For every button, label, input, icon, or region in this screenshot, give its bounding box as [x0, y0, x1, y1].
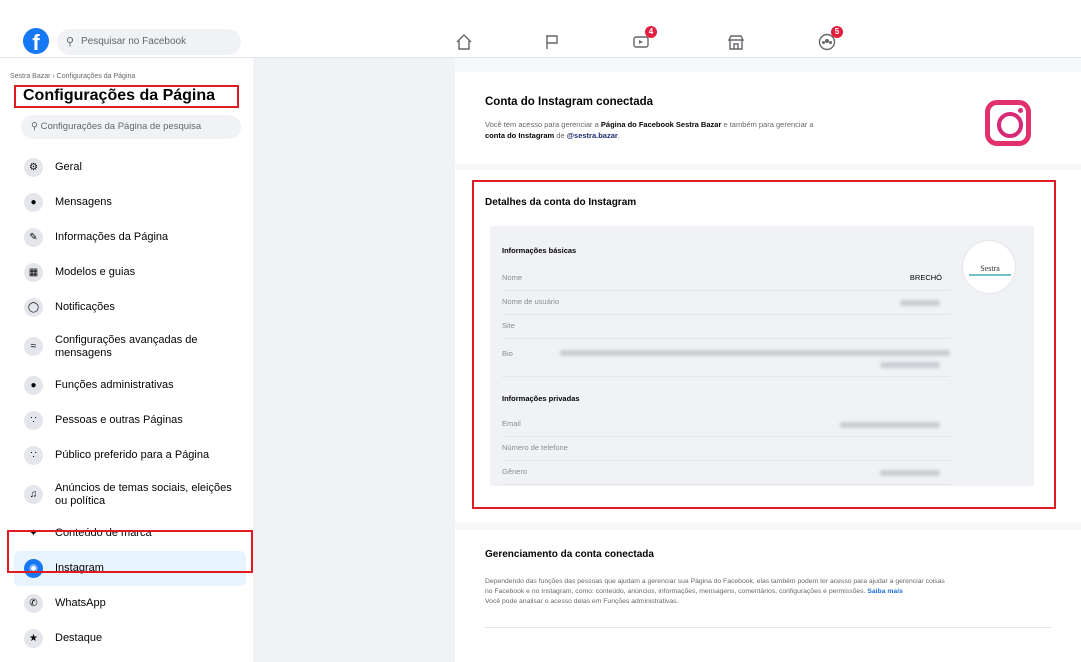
sidebar-item-label: WhatsApp [55, 597, 106, 609]
learn-more-link[interactable]: Saiba mais [867, 588, 903, 595]
connected-account-title: Conta do Instagram conectada [485, 96, 654, 108]
search-icon: ⚲ [66, 36, 75, 48]
sidebar-item-label: Informações da Página [55, 231, 169, 243]
notification-badge: 4 [645, 26, 657, 38]
avatar: Sestra [962, 240, 1016, 294]
instagram-logo-icon [985, 100, 1031, 146]
pencil-icon: ✎ [24, 228, 43, 247]
details-title: Detalhes da conta do Instagram [485, 197, 637, 208]
notification-badge: 5 [831, 26, 843, 38]
sidebar-item-label: Público preferido para a Página [55, 449, 210, 461]
sidebar-item-instagram[interactable]: ◉ Instagram [14, 551, 246, 586]
sidebar-item-publico[interactable]: ∵ Público preferido para a Página [14, 438, 246, 473]
sidebar-item-label: Modelos e guias [55, 266, 136, 278]
person-icon: ● [24, 376, 43, 395]
detail-row-nome: Nome BRECHÓ [502, 267, 950, 291]
settings-search-input[interactable]: ⚲ Configurações da Página de pesquisa [21, 115, 241, 139]
sidebar-item-conteudo-marca[interactable]: ✦ Conteúdo de marca [14, 516, 246, 551]
sidebar-item-modelos[interactable]: ▦ Modelos e guias [14, 255, 246, 290]
sidebar-item-label: Configurações avançadas de mensagens [55, 333, 198, 359]
groups-icon[interactable]: 5 [816, 26, 843, 52]
instagram-icon: ◉ [24, 559, 43, 578]
private-info-title: Informações privadas [502, 394, 580, 403]
top-bar: f ⚲ Pesquisar no Facebook 4 5 [0, 0, 1081, 58]
sidebar-item-notificacoes[interactable]: ◯ Notificações [14, 290, 246, 325]
sidebar-item-label: Instagram [55, 562, 104, 574]
sidebar-item-whatsapp[interactable]: ✆ WhatsApp [14, 586, 246, 621]
sidebar-item-label: Geral [55, 161, 82, 173]
people-icon: ∵ [24, 411, 43, 430]
detail-value: BRECHÓ [909, 273, 942, 282]
home-icon[interactable] [453, 32, 475, 52]
details-panel: Informações básicas Nome BRECHÓ Nome de … [490, 226, 1034, 486]
settings-sidebar: Sestra Bazar › Configurações da Página C… [0, 58, 253, 662]
gear-icon: ⚙ [24, 158, 43, 177]
detail-row-bio: Bio [502, 339, 950, 377]
sidebar-item-mensagens[interactable]: ● Mensagens [14, 185, 246, 220]
search-icon: ⚲ [31, 121, 41, 132]
sidebar-item-label: Funções administrativas [55, 379, 174, 391]
management-title: Gerenciamento da conta conectada [485, 549, 654, 560]
sidebar-item-funcoes[interactable]: ● Funções administrativas [14, 368, 246, 403]
page-title: Configurações da Página [23, 87, 216, 104]
grid-icon: ▦ [24, 263, 43, 282]
handshake-icon: ✦ [24, 524, 43, 543]
chat-icon: ● [24, 193, 43, 212]
pages-flag-icon[interactable] [541, 32, 563, 52]
detail-row-site: Site [502, 315, 950, 339]
settings-menu: ⚙ Geral ● Mensagens ✎ Informações da Pág… [14, 150, 246, 656]
messenger-icon: ≈ [24, 337, 43, 356]
sidebar-item-label: Notificações [55, 301, 115, 313]
sidebar-item-mensagens-avancadas[interactable]: ≈ Configurações avançadas de mensagens [14, 325, 246, 368]
instagram-details-card: Detalhes da conta do Instagram Informaçõ… [455, 170, 1081, 523]
detail-row-telefone: Número de telefone [502, 437, 950, 461]
search-placeholder: Pesquisar no Facebook [81, 36, 187, 47]
people-icon: ∵ [24, 446, 43, 465]
detail-row-username: Nome de usuário [502, 291, 950, 315]
megaphone-icon: ♫ [24, 485, 43, 504]
watch-video-icon[interactable]: 4 [630, 26, 657, 52]
settings-search-placeholder: Configurações da Página de pesquisa [40, 121, 202, 132]
basic-info-title: Informações básicas [502, 246, 577, 255]
sidebar-item-informacoes[interactable]: ✎ Informações da Página [14, 220, 246, 255]
account-management-card: Gerenciamento da conta conectada Depende… [455, 530, 1081, 662]
sidebar-item-label: Anúncios de temas sociais, eleições ou p… [55, 481, 232, 507]
management-description: Dependendo das funções das pessoas que a… [485, 578, 945, 605]
sidebar-item-label: Mensagens [55, 196, 112, 208]
star-icon: ★ [24, 629, 43, 648]
connected-account-description: Você tem acesso para gerenciar a Página … [485, 120, 814, 140]
facebook-search-input[interactable]: ⚲ Pesquisar no Facebook [57, 29, 241, 55]
breadcrumb[interactable]: Sestra Bazar › Configurações da Página [10, 73, 135, 80]
whatsapp-icon: ✆ [24, 594, 43, 613]
facebook-logo-icon[interactable]: f [23, 28, 49, 54]
globe-icon: ◯ [24, 298, 43, 317]
detail-row-email: Email [502, 413, 950, 437]
marketplace-icon[interactable] [725, 32, 747, 52]
instagram-handle: @sestra.bazar [566, 131, 618, 140]
connected-account-card: Conta do Instagram conectada Você tem ac… [455, 72, 1081, 164]
sidebar-item-destaque[interactable]: ★ Destaque [14, 621, 246, 656]
sidebar-item-pessoas[interactable]: ∵ Pessoas e outras Páginas [14, 403, 246, 438]
sidebar-item-label: Destaque [55, 632, 103, 644]
sidebar-item-label: Pessoas e outras Páginas [55, 414, 183, 426]
detail-row-genero: Gênero [502, 461, 950, 485]
sidebar-item-geral[interactable]: ⚙ Geral [14, 150, 246, 185]
avatar-text: Sestra [980, 264, 1000, 273]
divider [485, 627, 1051, 628]
sidebar-item-anuncios[interactable]: ♫ Anúncios de temas sociais, eleições ou… [14, 473, 246, 516]
sidebar-item-label: Conteúdo de marca [55, 527, 152, 539]
